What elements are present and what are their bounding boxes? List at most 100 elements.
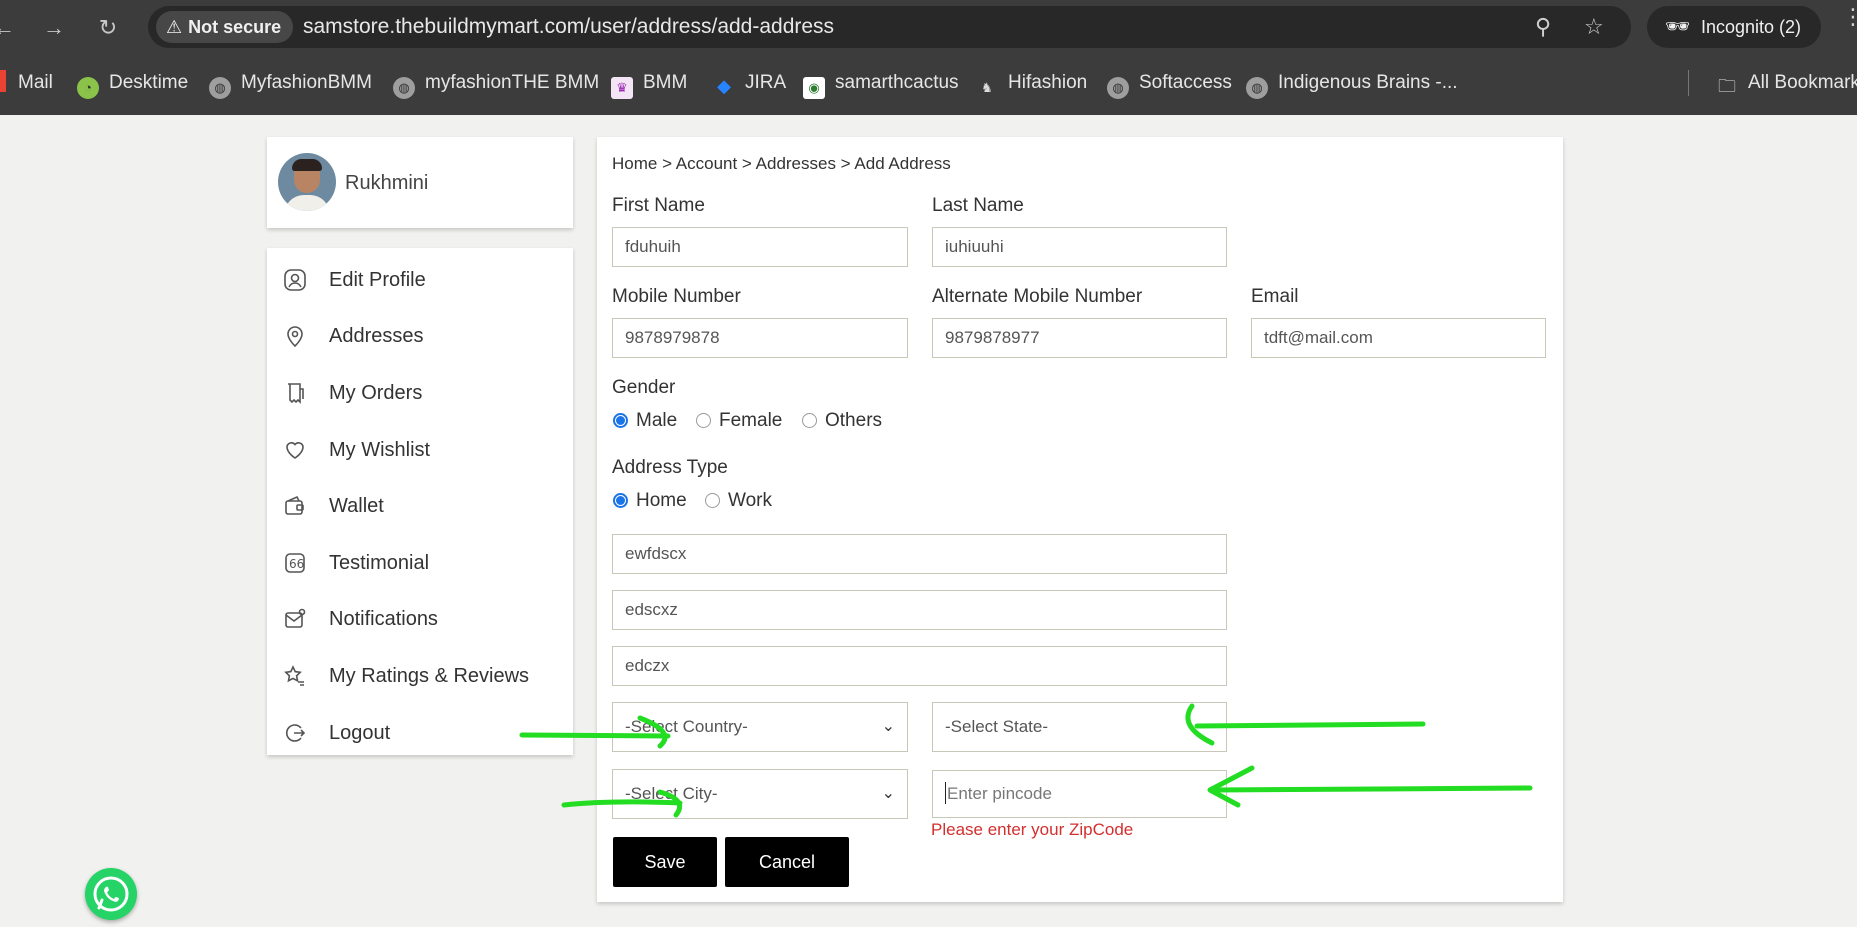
bookmark-label: Hifashion bbox=[1008, 72, 1088, 93]
address-type-label: Address Type bbox=[612, 457, 728, 478]
alternate-mobile-label: Alternate Mobile Number bbox=[932, 286, 1143, 307]
receipt-icon bbox=[283, 381, 307, 405]
url-text[interactable]: samstore.thebuildmymart.com/user/address… bbox=[303, 15, 834, 39]
all-bookmarks[interactable]: 🗀 All Bookmarks bbox=[1716, 70, 1857, 96]
state-select[interactable]: -Select State- bbox=[932, 702, 1227, 752]
bookmark-jira[interactable]: ◆ JIRA bbox=[713, 70, 786, 96]
sidebar-item-notifications[interactable]: Notifications bbox=[267, 592, 573, 648]
cactus-icon: ◉ bbox=[803, 77, 825, 99]
incognito-button[interactable]: 🕶 Incognito (2) bbox=[1647, 6, 1821, 48]
mail-notification-icon bbox=[283, 607, 307, 631]
bookmark-indigenous-brains[interactable]: ◍ Indigenous Brains -... bbox=[1246, 70, 1458, 99]
bookmark-bmm[interactable]: ♛ BMM bbox=[611, 70, 688, 99]
address-type-home-label: Home bbox=[636, 490, 687, 511]
bookmark-myfashionbmm[interactable]: ◍ MyfashionBMM bbox=[209, 70, 372, 99]
bookmarks-bar: Mail ◔ Desktime ◍ MyfashionBMM ◍ myfashionT… bbox=[0, 64, 1857, 102]
bookmark-label: myfashionTHE BMM bbox=[425, 72, 600, 93]
gender-others-label: Others bbox=[825, 410, 883, 431]
pincode-input[interactable]: Enter pincode bbox=[932, 770, 1227, 818]
alternate-mobile-input[interactable]: 9879878977 bbox=[932, 318, 1227, 358]
whatsapp-chat-button[interactable] bbox=[85, 868, 137, 920]
text-caret bbox=[945, 782, 946, 804]
gender-female-radio[interactable] bbox=[696, 413, 711, 428]
sidebar-item-edit-profile[interactable]: Edit Profile bbox=[267, 253, 573, 309]
security-label: Not secure bbox=[188, 17, 282, 37]
sidebar-item-ratings-reviews[interactable]: My Ratings & Reviews bbox=[267, 649, 573, 705]
desktime-icon: ◔ bbox=[77, 77, 99, 99]
bookmark-myfashion-the-bmm[interactable]: ◍ myfashionTHE BMM bbox=[393, 70, 600, 99]
user-icon bbox=[283, 268, 307, 292]
address-line1-input[interactable]: ewfdscx bbox=[612, 534, 1227, 574]
gender-others-radio[interactable] bbox=[802, 413, 817, 428]
address-type-work-radio[interactable] bbox=[705, 493, 720, 508]
bookmark-desktime[interactable]: ◔ Desktime bbox=[77, 70, 188, 99]
bookmark-samarthcactus[interactable]: ◉ samarthcactus bbox=[803, 70, 959, 99]
address-bar[interactable]: ⚠ Not secure samstore.thebuildmymart.com/… bbox=[148, 6, 1631, 48]
reload-icon[interactable]: ↻ bbox=[94, 14, 122, 42]
security-chip[interactable]: ⚠ Not secure bbox=[156, 11, 294, 43]
bookmark-label: BMM bbox=[643, 72, 688, 93]
pincode-error-message: Please enter your ZipCode bbox=[931, 820, 1134, 839]
sidebar-item-label: Notifications bbox=[329, 608, 438, 630]
globe-icon: ◍ bbox=[393, 77, 415, 99]
svg-text:66: 66 bbox=[289, 557, 304, 571]
sidebar-item-addresses[interactable]: Addresses bbox=[267, 309, 573, 365]
sidebar-item-testimonial[interactable]: 66 Testimonial bbox=[267, 536, 573, 592]
bookmark-softaccess[interactable]: ◍ Softaccess bbox=[1107, 70, 1232, 99]
cancel-button[interactable]: Cancel bbox=[725, 837, 849, 887]
first-name-input[interactable]: fduhuih bbox=[612, 227, 908, 267]
account-menu: Edit Profile Addresses My Orders My Wish… bbox=[267, 248, 573, 755]
forward-icon[interactable]: → bbox=[40, 14, 68, 42]
avatar[interactable] bbox=[278, 153, 336, 211]
city-select[interactable]: -Select City- ⌄ bbox=[612, 769, 908, 819]
last-name-input[interactable]: iuhiuuhi bbox=[932, 227, 1227, 267]
back-icon[interactable]: ← bbox=[0, 14, 18, 42]
jira-icon: ◆ bbox=[717, 76, 731, 96]
address-line3-input[interactable]: edczx bbox=[612, 646, 1227, 686]
sidebar-item-label: Testimonial bbox=[329, 552, 430, 574]
zoom-icon[interactable]: ⚲ bbox=[1535, 15, 1551, 39]
bookmark-label: samarthcactus bbox=[835, 72, 959, 93]
save-button[interactable]: Save bbox=[613, 837, 717, 887]
gmail-icon bbox=[0, 70, 6, 92]
quote-icon: 66 bbox=[283, 551, 307, 575]
sidebar-item-wallet[interactable]: Wallet bbox=[267, 479, 573, 535]
bookmark-mail[interactable]: Mail bbox=[0, 70, 53, 96]
sidebar-item-my-wishlist[interactable]: My Wishlist bbox=[267, 423, 573, 479]
address-type-home-radio[interactable] bbox=[613, 493, 628, 508]
last-name-label: Last Name bbox=[932, 195, 1024, 216]
incognito-label: Incognito (2) bbox=[1701, 17, 1802, 37]
wallet-icon bbox=[283, 494, 307, 518]
user-card: Rukhmini bbox=[267, 137, 573, 228]
sidebar-item-label: Addresses bbox=[329, 325, 424, 347]
mobile-number-label: Mobile Number bbox=[612, 286, 741, 307]
bookmark-star-icon[interactable]: ☆ bbox=[1584, 15, 1604, 39]
whatsapp-icon bbox=[93, 876, 129, 912]
bookmark-hifashion[interactable]: ♞ Hifashion bbox=[976, 70, 1087, 96]
address-line2-input[interactable]: edscxz bbox=[612, 590, 1227, 630]
heart-icon bbox=[283, 438, 307, 462]
bookmarks-separator bbox=[1688, 70, 1689, 96]
sidebar-item-label: My Wishlist bbox=[329, 439, 431, 461]
browser-menu-icon[interactable]: ⋮ bbox=[1842, 6, 1857, 28]
sidebar-item-logout[interactable]: Logout bbox=[267, 706, 573, 762]
user-name: Rukhmini bbox=[345, 172, 429, 194]
email-label: Email bbox=[1251, 286, 1299, 307]
sidebar-item-label: Logout bbox=[329, 722, 391, 744]
breadcrumb: Home > Account > Addresses > Add Address bbox=[612, 154, 951, 173]
chevron-down-icon: ⌄ bbox=[881, 718, 895, 735]
chevron-down-icon: ⌄ bbox=[881, 785, 895, 802]
globe-icon: ◍ bbox=[209, 77, 231, 99]
email-input[interactable]: tdft@mail.com bbox=[1251, 318, 1546, 358]
gender-male-radio[interactable] bbox=[613, 413, 628, 428]
city-select-value: -Select City- bbox=[625, 784, 718, 803]
country-select[interactable]: -Select Country- ⌄ bbox=[612, 702, 908, 752]
bookmark-label: Indigenous Brains -... bbox=[1278, 72, 1458, 93]
browser-chrome: ← → ↻ ⚠ Not secure samstore.thebuildmymar… bbox=[0, 0, 1857, 115]
add-address-form: Home > Account > Addresses > Add Address… bbox=[597, 137, 1563, 902]
sidebar-item-label: My Orders bbox=[329, 382, 423, 404]
sidebar-item-my-orders[interactable]: My Orders bbox=[267, 366, 573, 422]
gender-label: Gender bbox=[612, 377, 676, 398]
bookmark-label: All Bookmarks bbox=[1748, 72, 1857, 93]
mobile-number-input[interactable]: 9878979878 bbox=[612, 318, 908, 358]
